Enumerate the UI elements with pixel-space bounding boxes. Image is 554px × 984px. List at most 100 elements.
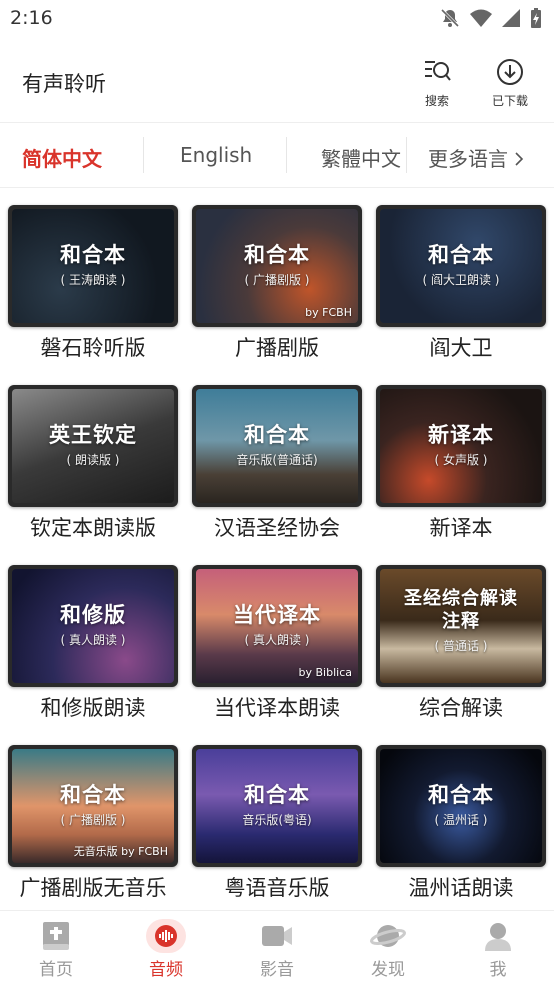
cover-image: 和合本 ( 广播剧版 ) 无音乐版 by FCBH: [8, 745, 178, 867]
cover-image: 和合本 ( 阎大卫朗读 ): [376, 205, 546, 327]
cover-title: 圣经综合解读注释: [404, 588, 518, 632]
tab-traditional-chinese[interactable]: 繁體中文: [321, 143, 401, 172]
downloaded-label: 已下载: [491, 94, 528, 108]
cover-image: 新译本 ( 女声版 ): [376, 385, 546, 507]
signal-icon: [502, 9, 520, 27]
card-label: 广播剧版无音乐: [19, 876, 167, 900]
audio-version-card[interactable]: 和合本 ( 广播剧版 ) by FCBH 广播剧版: [192, 190, 362, 360]
cover-subtitle: ( 王涛朗读 ): [60, 273, 126, 287]
nav-discover[interactable]: 发现: [348, 919, 428, 980]
bottom-navigation: 首页 音频 影音 发现 我: [0, 910, 554, 984]
cover-image: 圣经综合解读注释 ( 普通话 ): [376, 565, 546, 687]
card-label: 温州话朗读: [408, 876, 514, 900]
nav-video[interactable]: 影音: [237, 919, 317, 980]
cover-credit: by FCBH: [305, 306, 352, 319]
audio-version-card[interactable]: 和合本 ( 广播剧版 ) 无音乐版 by FCBH 广播剧版无音乐: [8, 730, 178, 900]
card-label: 和修版朗读: [40, 696, 146, 720]
nav-home[interactable]: 首页: [16, 919, 96, 980]
person-icon: [485, 923, 511, 951]
cover-title: 和修版: [60, 603, 126, 627]
cover-image: 和合本音乐版(粤语): [192, 745, 362, 867]
cover-title: 当代译本: [233, 603, 321, 627]
audio-version-card[interactable]: 圣经综合解读注释 ( 普通话 ) 综合解读: [376, 550, 546, 720]
cover-title: 和合本: [244, 423, 310, 447]
nav-home-label: 首页: [39, 960, 73, 980]
language-tabs: 简体中文 English 繁體中文 更多语言: [0, 122, 554, 188]
cover-subtitle: 音乐版(粤语): [242, 813, 312, 827]
video-camera-icon: [262, 926, 292, 946]
audio-version-card[interactable]: 和合本 ( 王涛朗读 ) 磐石聆听版: [8, 190, 178, 360]
cover-image: 和合本音乐版(普通话): [192, 385, 362, 507]
card-label: 粤语音乐版: [224, 876, 330, 900]
status-bar: 2:16: [0, 0, 554, 38]
audio-version-card[interactable]: 和合本音乐版(粤语) 粤语音乐版: [192, 730, 362, 900]
cover-title: 和合本: [244, 783, 310, 807]
cover-subtitle: ( 朗读版 ): [66, 453, 120, 467]
cover-subtitle: ( 女声版 ): [434, 453, 488, 467]
audio-version-card[interactable]: 英王钦定 ( 朗读版 ) 钦定本朗读版: [8, 370, 178, 540]
nav-audio-label: 音频: [149, 960, 183, 980]
download-icon: [497, 59, 523, 85]
status-time: 2:16: [10, 7, 53, 29]
status-icons: [440, 8, 542, 28]
audio-version-card[interactable]: 和合本 ( 温州话 ) 温州话朗读: [376, 730, 546, 900]
nav-me[interactable]: 我: [458, 919, 538, 980]
cover-title: 和合本: [60, 243, 126, 267]
card-label: 阎大卫: [429, 336, 493, 360]
audio-version-card[interactable]: 和合本 ( 阎大卫朗读 ) 阎大卫: [376, 190, 546, 360]
tab-divider: [143, 137, 144, 173]
downloaded-button[interactable]: 已下载: [482, 58, 538, 109]
card-label: 当代译本朗读: [214, 696, 340, 720]
search-label: 搜索: [424, 94, 449, 108]
card-label: 汉语圣经协会: [214, 516, 340, 540]
cover-image: 和合本 ( 温州话 ): [376, 745, 546, 867]
cover-subtitle: ( 温州话 ): [434, 813, 488, 827]
cover-image: 和合本 ( 广播剧版 ) by FCBH: [192, 205, 362, 327]
nav-video-label: 影音: [260, 960, 294, 980]
card-label: 新译本: [429, 516, 493, 540]
audio-version-card[interactable]: 和合本音乐版(普通话) 汉语圣经协会: [192, 370, 362, 540]
cover-subtitle: 音乐版(普通话): [236, 453, 318, 467]
cover-credit: 无音乐版 by FCBH: [73, 845, 168, 858]
tab-simplified-chinese[interactable]: 简体中文: [22, 143, 102, 172]
notifications-off-icon: [440, 8, 460, 28]
wifi-icon: [470, 9, 492, 27]
app-header: 有声聆听 搜索 已下载: [0, 38, 554, 120]
nav-audio[interactable]: 音频: [126, 919, 206, 980]
cover-title: 英王钦定: [49, 423, 137, 447]
cover-image: 和合本 ( 王涛朗读 ): [8, 205, 178, 327]
bible-icon: [43, 922, 69, 950]
cover-subtitle: ( 广播剧版 ): [244, 273, 310, 287]
audio-version-card[interactable]: 和修版 ( 真人朗读 ) 和修版朗读: [8, 550, 178, 720]
cover-credit: by Biblica: [298, 666, 352, 679]
nav-me-label: 我: [489, 960, 507, 980]
search-button[interactable]: 搜索: [409, 58, 465, 109]
cover-title: 新译本: [428, 423, 494, 447]
cover-subtitle: ( 真人朗读 ): [60, 633, 126, 647]
card-label: 钦定本朗读版: [30, 516, 156, 540]
cover-image: 和修版 ( 真人朗读 ): [8, 565, 178, 687]
cover-subtitle: ( 真人朗读 ): [244, 633, 310, 647]
chevron-right-icon: [515, 152, 524, 166]
cover-title: 和合本: [244, 243, 310, 267]
cover-image: 当代译本 ( 真人朗读 ) by Biblica: [192, 565, 362, 687]
cover-subtitle: ( 广播剧版 ): [60, 813, 126, 827]
tab-divider: [286, 137, 287, 173]
tab-more-languages[interactable]: 更多语言: [428, 143, 524, 172]
card-label: 综合解读: [419, 696, 503, 720]
card-label: 广播剧版: [235, 336, 319, 360]
cover-title: 和合本: [60, 783, 126, 807]
audio-wave-icon: [155, 925, 177, 947]
planet-icon: [370, 925, 406, 947]
nav-discover-label: 发现: [371, 960, 405, 980]
battery-icon: [531, 8, 541, 28]
tab-divider: [406, 137, 407, 173]
audio-version-card[interactable]: 当代译本 ( 真人朗读 ) by Biblica 当代译本朗读: [192, 550, 362, 720]
tab-english[interactable]: English: [180, 143, 252, 167]
cover-title: 和合本: [428, 243, 494, 267]
more-languages-label: 更多语言: [428, 147, 508, 171]
audio-version-card[interactable]: 新译本 ( 女声版 ) 新译本: [376, 370, 546, 540]
cover-subtitle: ( 普通话 ): [434, 639, 488, 653]
card-label: 磐石聆听版: [40, 336, 146, 360]
page-title: 有声聆听: [22, 72, 106, 96]
